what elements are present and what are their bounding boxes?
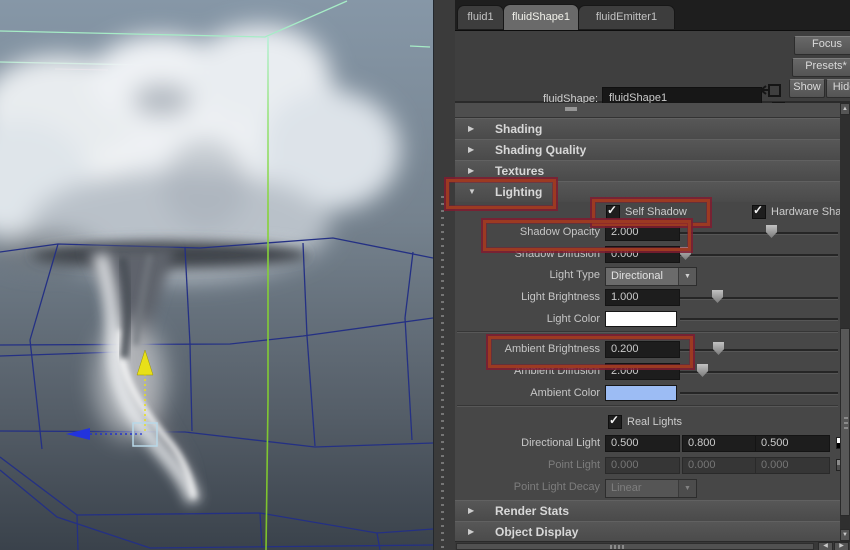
group-separator [457, 331, 838, 333]
directional-light-x-field[interactable]: 0.500 [605, 435, 680, 452]
thumb-grip-dots [844, 417, 848, 431]
dropdown-arrow-icon: ▼ [678, 480, 696, 497]
light-type-label: Light Type [455, 269, 600, 281]
directional-light-y-field[interactable]: 0.800 [682, 435, 757, 452]
point-light-decay-label: Point Light Decay [455, 481, 600, 493]
viewport-panel[interactable] [0, 0, 433, 550]
panel-divider[interactable] [433, 0, 457, 550]
presets-button[interactable]: Presets* [792, 58, 850, 77]
partial-widget [565, 107, 577, 111]
shadow-opacity-slider[interactable] [680, 232, 838, 235]
thumb-grip-dots [610, 545, 626, 549]
ambient-color-slider[interactable] [680, 392, 838, 395]
ambient-brightness-slider[interactable] [680, 349, 838, 352]
manipulator-center-handle[interactable] [133, 423, 157, 446]
annotation-box-ambient-brightness [488, 336, 693, 368]
vertical-scrollbar-thumb[interactable] [840, 328, 850, 516]
ae-tab-bar: fluid1 fluidShape1 fluidEmitter1 [455, 0, 850, 31]
annotation-box-lighting [446, 179, 556, 209]
scroll-down-icon[interactable]: ▼ [840, 529, 850, 541]
point-light-y-field: 0.000 [682, 457, 757, 474]
check-icon: ✓ [609, 413, 619, 427]
light-brightness-slider[interactable] [680, 297, 838, 300]
light-color-slider[interactable] [680, 318, 838, 321]
collapsed-arrow-icon: ▶ [468, 527, 474, 536]
directional-light-label: Directional Light [455, 437, 600, 449]
ae-header: fluidShape: fluidShape1 Focus Presets* S… [455, 31, 850, 103]
dropdown-arrow-icon[interactable]: ▼ [678, 268, 696, 285]
focus-button[interactable]: Focus [794, 36, 850, 55]
annotation-box-shadow-opacity [483, 220, 691, 251]
point-light-z-field: 0.000 [755, 457, 830, 474]
point-light-label: Point Light [455, 459, 600, 471]
tab-fluidshape1[interactable]: fluidShape1 [503, 4, 579, 30]
light-brightness-field[interactable]: 1.000 [605, 289, 680, 306]
section-render-stats[interactable]: ▶ Render Stats [455, 500, 840, 522]
hide-button[interactable]: Hide [826, 79, 850, 98]
section-object-display[interactable]: ▶ Object Display [455, 521, 840, 543]
shadow-diffusion-slider[interactable] [680, 254, 838, 257]
vertical-scrollbar[interactable]: ▲ ▼ [840, 103, 850, 541]
tab-fluid1[interactable]: fluid1 [457, 5, 504, 29]
light-color-label: Light Color [455, 313, 600, 325]
light-type-dropdown[interactable]: Directional ▼ [605, 267, 697, 286]
collapsed-arrow-icon: ▶ [468, 506, 474, 515]
ambient-color-swatch[interactable] [605, 385, 677, 401]
group-separator [457, 405, 838, 407]
scrolled-partial-row [455, 103, 840, 118]
ambient-color-label: Ambient Color [455, 387, 600, 399]
viewport-scene [0, 0, 433, 550]
divider-grip-dots[interactable] [441, 196, 444, 548]
horizontal-scrollbar[interactable]: ◀ ▶ [455, 541, 850, 550]
scroll-left-icon[interactable]: ◀ [818, 542, 833, 550]
tab-fluidemitter1[interactable]: fluidEmitter1 [578, 5, 675, 29]
collapsed-arrow-icon: ▶ [468, 166, 474, 175]
maya-window: fluid1 fluidShape1 fluidEmitter1 fluidSh… [0, 0, 850, 550]
show-button[interactable]: Show [789, 79, 825, 98]
collapsed-arrow-icon: ▶ [468, 145, 474, 154]
real-lights-checkbox[interactable]: ✓ [608, 415, 622, 429]
directional-light-z-field[interactable]: 0.500 [755, 435, 830, 452]
light-brightness-label: Light Brightness [455, 291, 600, 303]
hardware-shadow-label: Hardware Shadow [771, 206, 850, 218]
scroll-up-icon[interactable]: ▲ [840, 103, 850, 115]
check-icon: ✓ [753, 203, 763, 217]
point-light-x-field: 0.000 [605, 457, 680, 474]
horizontal-scrollbar-thumb[interactable] [456, 543, 814, 550]
scroll-right-icon[interactable]: ▶ [834, 542, 849, 550]
section-shading-quality[interactable]: ▶ Shading Quality [455, 139, 840, 161]
point-light-decay-dropdown: Linear ▼ [605, 479, 697, 498]
collapsed-arrow-icon: ▶ [468, 124, 474, 133]
light-color-swatch[interactable] [605, 311, 677, 327]
section-shading[interactable]: ▶ Shading [455, 118, 840, 140]
real-lights-label: Real Lights [627, 416, 682, 428]
copy-tab-icon[interactable] [761, 85, 780, 96]
hardware-shadow-checkbox[interactable]: ✓ [752, 205, 766, 219]
attribute-editor: fluid1 fluidShape1 fluidEmitter1 fluidSh… [455, 0, 850, 550]
